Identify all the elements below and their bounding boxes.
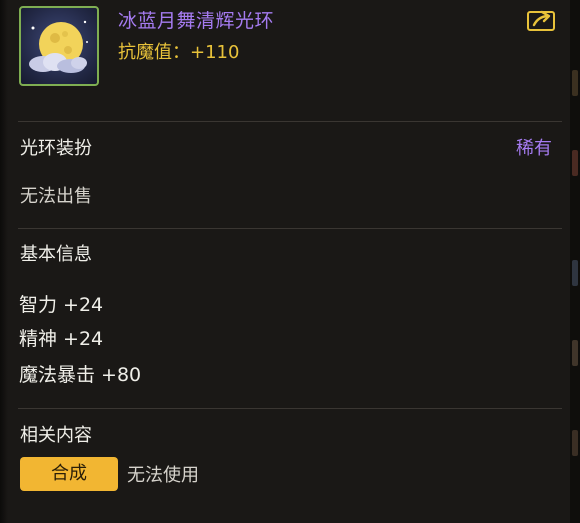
divider (18, 121, 562, 122)
trade-status: 无法出售 (20, 186, 92, 207)
craft-button[interactable]: 合成 (20, 457, 118, 491)
basic-info-title: 基本信息 (20, 244, 92, 265)
item-name: 冰蓝月舞清辉光环 (118, 10, 275, 32)
category-label: 光环装扮 (20, 138, 92, 159)
rarity-badge: 稀有 (516, 138, 552, 159)
related-title: 相关内容 (20, 425, 92, 446)
left-edge (0, 0, 8, 523)
item-stat: 抗魔值：+110 (118, 42, 240, 63)
right-edge (570, 0, 580, 523)
moon-cloud-icon (19, 6, 99, 86)
attribute-line: 魔法暴击 +80 (19, 364, 142, 386)
attribute-line: 智力 +24 (19, 294, 104, 316)
divider (18, 408, 562, 409)
divider (18, 228, 562, 229)
attribute-line: 精神 +24 (19, 328, 104, 350)
item-tooltip: 冰蓝月舞清辉光环 抗魔值：+110 光环装扮 稀有 无法出售 基本信息 智力 +… (0, 0, 580, 523)
share-icon[interactable] (526, 8, 556, 32)
craft-status: 无法使用 (127, 465, 199, 486)
